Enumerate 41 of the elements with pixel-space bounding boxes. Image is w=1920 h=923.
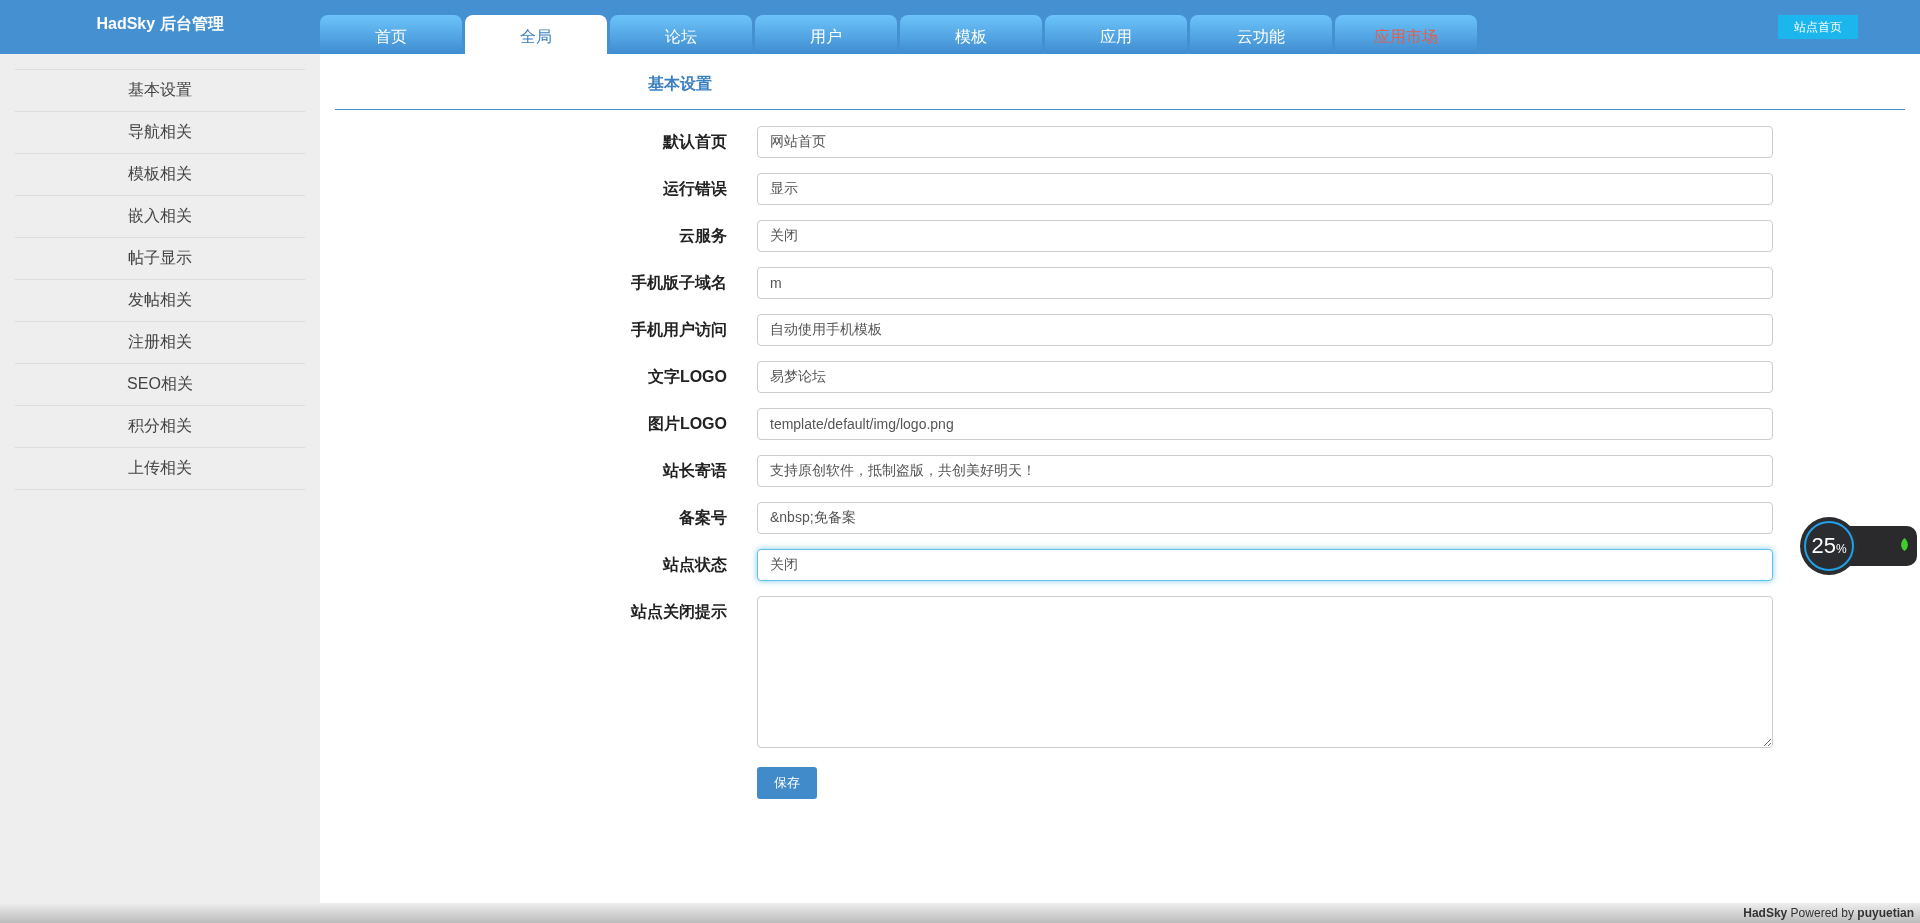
input-field[interactable]: 自动使用手机模板 xyxy=(757,314,1773,346)
app-title: HadSky 后台管理 xyxy=(96,13,224,34)
field-label: 站长寄语 xyxy=(663,461,727,481)
field-label: 运行错误 xyxy=(663,179,727,199)
input-field[interactable]: 易梦论坛 xyxy=(757,361,1773,393)
nav-tab[interactable]: 全局 xyxy=(465,15,607,54)
sidebar-item[interactable]: 发帖相关 xyxy=(15,279,305,321)
input-field[interactable]: 关闭 xyxy=(757,549,1773,581)
sidebar-item[interactable]: 基本设置 xyxy=(15,69,305,111)
field-label: 默认首页 xyxy=(663,132,727,152)
input-field[interactable]: 显示 xyxy=(757,173,1773,205)
percent-gauge[interactable]: 25% xyxy=(1800,517,1858,575)
text-area[interactable] xyxy=(757,596,1773,748)
field-label: 云服务 xyxy=(679,226,727,246)
save-button[interactable]: 保存 xyxy=(757,767,817,799)
sidebar-item[interactable]: 帖子显示 xyxy=(15,237,305,279)
percent-unit: % xyxy=(1835,542,1847,556)
input-field[interactable]: &nbsp;免备案 xyxy=(757,502,1773,534)
field-label: 站点关闭提示 xyxy=(631,602,727,622)
field-label: 备案号 xyxy=(679,508,727,528)
sidebar-item[interactable]: 导航相关 xyxy=(15,111,305,153)
sidebar-item[interactable]: 积分相关 xyxy=(15,405,305,447)
field-label: 手机用户访问 xyxy=(631,320,727,340)
input-field[interactable]: 支持原创软件，抵制盗版，共创美好明天！ xyxy=(757,455,1773,487)
sidebar-item[interactable]: 嵌入相关 xyxy=(15,195,305,237)
input-field[interactable]: m xyxy=(757,267,1773,299)
section-title: 基本设置 xyxy=(648,74,712,94)
input-field[interactable]: template/default/img/logo.png xyxy=(757,408,1773,440)
field-label: 文字LOGO xyxy=(647,367,727,387)
sidebar-item[interactable]: 上传相关 xyxy=(15,447,305,489)
field-label: 站点状态 xyxy=(663,555,727,575)
input-field[interactable]: 网站首页 xyxy=(757,126,1773,158)
field-label: 图片LOGO xyxy=(647,414,727,434)
sidebar-item[interactable]: 模板相关 xyxy=(15,153,305,195)
percent-value: 25 xyxy=(1811,533,1836,559)
footer-credit: HadSky Powered by puyuetian xyxy=(1743,906,1914,920)
field-label: 手机版子域名 xyxy=(631,273,727,293)
input-field[interactable]: 关闭 xyxy=(757,220,1773,252)
sidebar-item[interactable]: SEO相关 xyxy=(15,363,305,405)
leaf-icon xyxy=(1900,538,1909,552)
sidebar-item[interactable]: 注册相关 xyxy=(15,321,305,363)
